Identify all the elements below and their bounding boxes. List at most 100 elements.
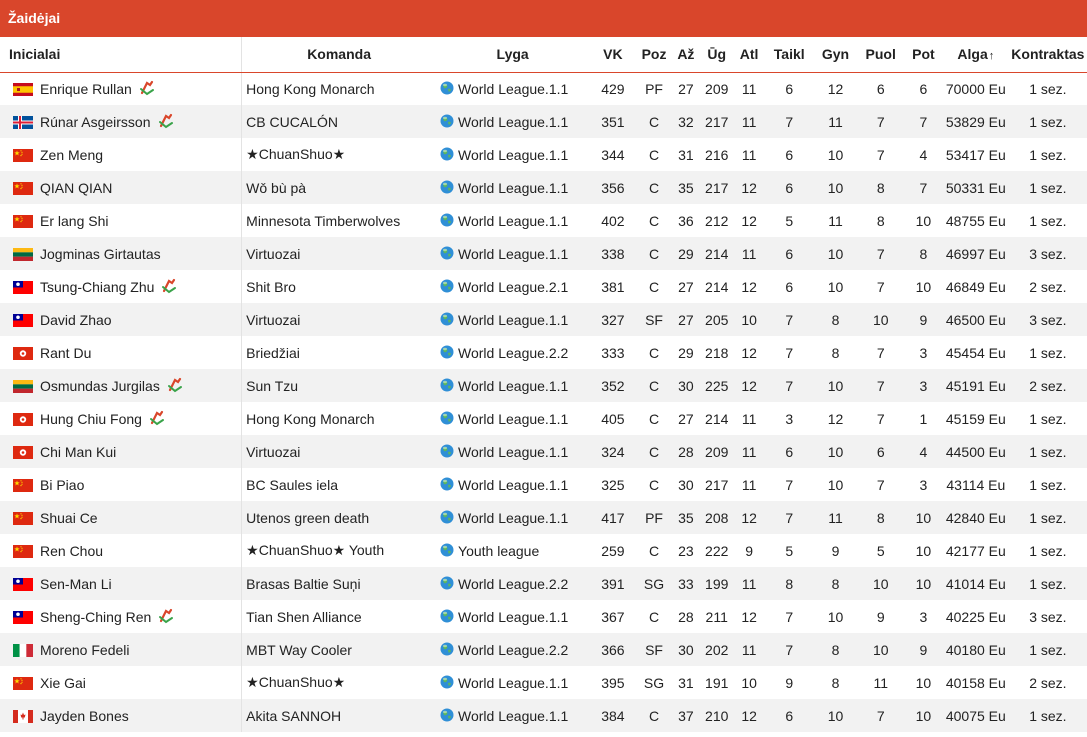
header-ug[interactable]: Ūg (700, 37, 734, 73)
player-name-link[interactable]: Chi Man Kui (40, 444, 116, 460)
team-link[interactable]: Sun Tzu (246, 378, 298, 394)
league-link[interactable]: World League.1.1 (458, 114, 568, 130)
league-link[interactable]: World League.1.1 (458, 147, 568, 163)
globe-icon (440, 675, 454, 689)
team-link[interactable]: Brasas Baltie Suņi (246, 576, 360, 592)
league-link[interactable]: World League.1.1 (458, 246, 568, 262)
team-link[interactable]: ★ChuanShuo★ Youth (246, 542, 384, 558)
league-link[interactable]: World League.1.1 (458, 411, 568, 427)
team-link[interactable]: Shit Bro (246, 279, 296, 295)
player-name-link[interactable]: Rúnar Asgeirsson (40, 114, 151, 130)
league-link[interactable]: World League.1.1 (458, 81, 568, 97)
league-link[interactable]: Youth league (458, 543, 539, 559)
header-vk[interactable]: VK (589, 37, 637, 73)
cell-az: 36 (678, 212, 694, 229)
player-name-link[interactable]: Enrique Rullan (40, 81, 132, 97)
team-link[interactable]: Utenos green death (246, 510, 369, 526)
cell-taikl: 9 (785, 674, 794, 691)
cell-ug: 214 (705, 410, 729, 427)
player-name-link[interactable]: Sheng-Ching Ren (40, 609, 151, 625)
player-name-link[interactable]: Xie Gai (40, 675, 86, 691)
header-az[interactable]: Až (671, 37, 701, 73)
league-link[interactable]: World League.1.1 (458, 510, 568, 526)
team-link[interactable]: Virtuozai (246, 312, 300, 328)
player-name-link[interactable]: Jogminas Girtautas (40, 246, 161, 262)
player-name-link[interactable]: Tsung-Chiang Zhu (40, 279, 154, 295)
league-link[interactable]: World League.2.2 (458, 345, 568, 361)
header-pot[interactable]: Pot (903, 37, 943, 73)
cell-poz: C (648, 707, 660, 724)
league-cell: World League.1.1 (436, 435, 589, 468)
cell-kontraktas: 1 sez. (1029, 344, 1067, 361)
cell-taikl: 7 (785, 344, 794, 361)
league-link[interactable]: World League.2.2 (458, 576, 568, 592)
league-link[interactable]: World League.1.1 (458, 675, 568, 691)
league-link[interactable]: World League.1.1 (458, 708, 568, 724)
player-name-link[interactable]: QIAN QIAN (40, 180, 112, 196)
team-link[interactable]: Virtuozai (246, 444, 300, 460)
cell-atl: 11 (741, 146, 757, 163)
player-name-link[interactable]: David Zhao (40, 312, 112, 328)
header-inicialai[interactable]: Inicialai (0, 37, 243, 73)
cell-az: 32 (678, 113, 694, 130)
globe-icon (440, 81, 454, 95)
header-gyn[interactable]: Gyn (813, 37, 858, 73)
league-link[interactable]: World League.1.1 (458, 477, 568, 493)
player-name-link[interactable]: Shuai Ce (40, 510, 98, 526)
team-link[interactable]: Akita SANNOH (246, 708, 341, 724)
team-link[interactable]: Briedžiai (246, 345, 300, 361)
player-name-link[interactable]: Osmundas Jurgilas (40, 378, 160, 394)
globe-icon (440, 213, 454, 227)
header-taikl[interactable]: Taikl (765, 37, 814, 73)
team-link[interactable]: ★ChuanShuo★ (246, 674, 345, 690)
cell-ug: 214 (705, 278, 729, 295)
league-link[interactable]: World League.1.1 (458, 312, 568, 328)
header-lyga[interactable]: Lyga (436, 37, 590, 73)
header-atl[interactable]: Atl (733, 37, 766, 73)
header-alga[interactable]: Alga↑ (942, 37, 1009, 73)
team-link[interactable]: BC Saules iela (246, 477, 338, 493)
player-name-link[interactable]: Jayden Bones (40, 708, 129, 724)
player-cell: Rant Du (0, 336, 243, 369)
league-link[interactable]: World League.1.1 (458, 378, 568, 394)
player-name-link[interactable]: Hung Chiu Fong (40, 411, 142, 427)
team-link[interactable]: Virtuozai (246, 246, 300, 262)
player-name-link[interactable]: Bi Piao (40, 477, 84, 493)
table-row: Ren Chou ★ChuanShuo★ Youth Youth league 259… (0, 534, 1087, 567)
league-link[interactable]: World League.1.1 (458, 180, 568, 196)
cell-puol: 7 (876, 707, 885, 724)
cell-vk: 333 (601, 344, 625, 361)
team-link[interactable]: CB CUCALÓN (246, 114, 338, 130)
team-link[interactable]: Wǒ bù pà (246, 180, 306, 196)
player-name-link[interactable]: Ren Chou (40, 543, 103, 559)
player-name-link[interactable]: Zen Meng (40, 147, 103, 163)
table-row: Sen-Man Li Brasas Baltie Suņi World League… (0, 567, 1087, 600)
cell-puol: 10 (872, 641, 889, 658)
team-link[interactable]: MBT Way Cooler (246, 642, 352, 658)
league-link[interactable]: World League.1.1 (458, 213, 568, 229)
header-puol[interactable]: Puol (857, 37, 904, 73)
team-link[interactable]: Hong Kong Monarch (246, 411, 374, 427)
team-link[interactable]: Hong Kong Monarch (246, 81, 374, 97)
team-link[interactable]: Minnesota Timberwolves (246, 213, 400, 229)
team-link[interactable]: ★ChuanShuo★ (246, 146, 345, 162)
league-link[interactable]: World League.2.1 (458, 279, 568, 295)
player-name-link[interactable]: Sen-Man Li (40, 576, 112, 592)
player-name-link[interactable]: Rant Du (40, 345, 91, 361)
header-poz[interactable]: Poz (636, 37, 672, 73)
cell-ug: 216 (705, 146, 729, 163)
globe-icon (440, 114, 454, 128)
header-komanda[interactable]: Komanda (241, 37, 437, 73)
flag-it-icon (13, 643, 33, 657)
league-link[interactable]: World League.2.2 (458, 642, 568, 658)
player-name-link[interactable]: Er lang Shi (40, 213, 108, 229)
league-link[interactable]: World League.1.1 (458, 609, 568, 625)
cell-puol: 7 (876, 113, 885, 130)
team-cell: Sun Tzu (242, 369, 436, 402)
cell-taikl: 6 (785, 146, 794, 163)
league-link[interactable]: World League.1.1 (458, 444, 568, 460)
team-link[interactable]: Tian Shen Alliance (246, 609, 361, 625)
player-cell: Sheng-Ching Ren (0, 600, 243, 633)
header-kontraktas[interactable]: Kontraktas (1008, 37, 1087, 73)
player-name-link[interactable]: Moreno Fedeli (40, 642, 130, 658)
